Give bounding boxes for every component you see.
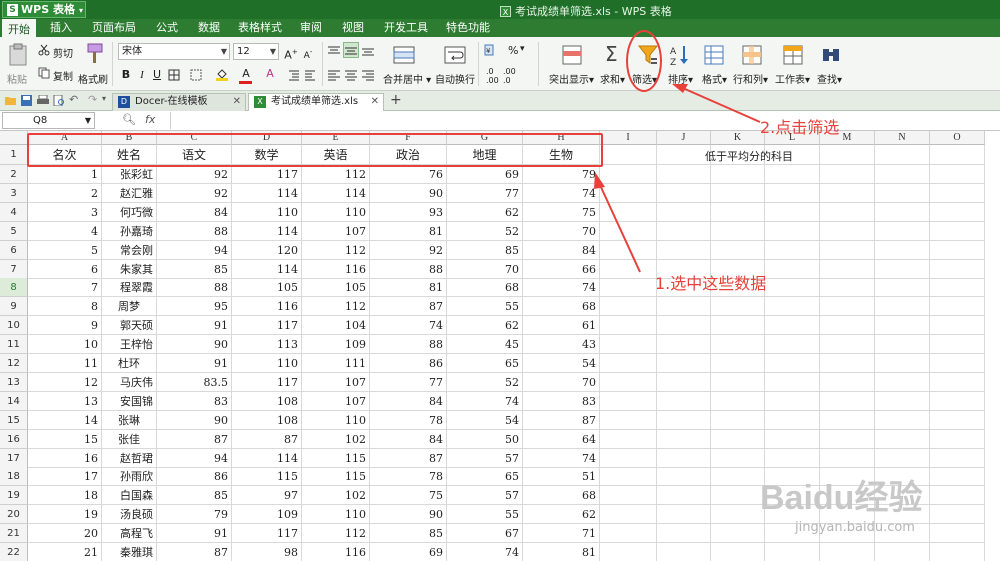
watermark-logo: Baidu经验 xyxy=(760,479,923,517)
watermark-url: jingyan.baidu.com xyxy=(795,520,915,535)
annotation-step2: 2.点击筛选 xyxy=(760,118,840,137)
arrow-to-selection xyxy=(599,184,641,273)
arrow-to-filter xyxy=(684,88,761,123)
arrow-head xyxy=(594,172,605,189)
annotation-step1: 1.选中这些数据 xyxy=(655,274,767,293)
